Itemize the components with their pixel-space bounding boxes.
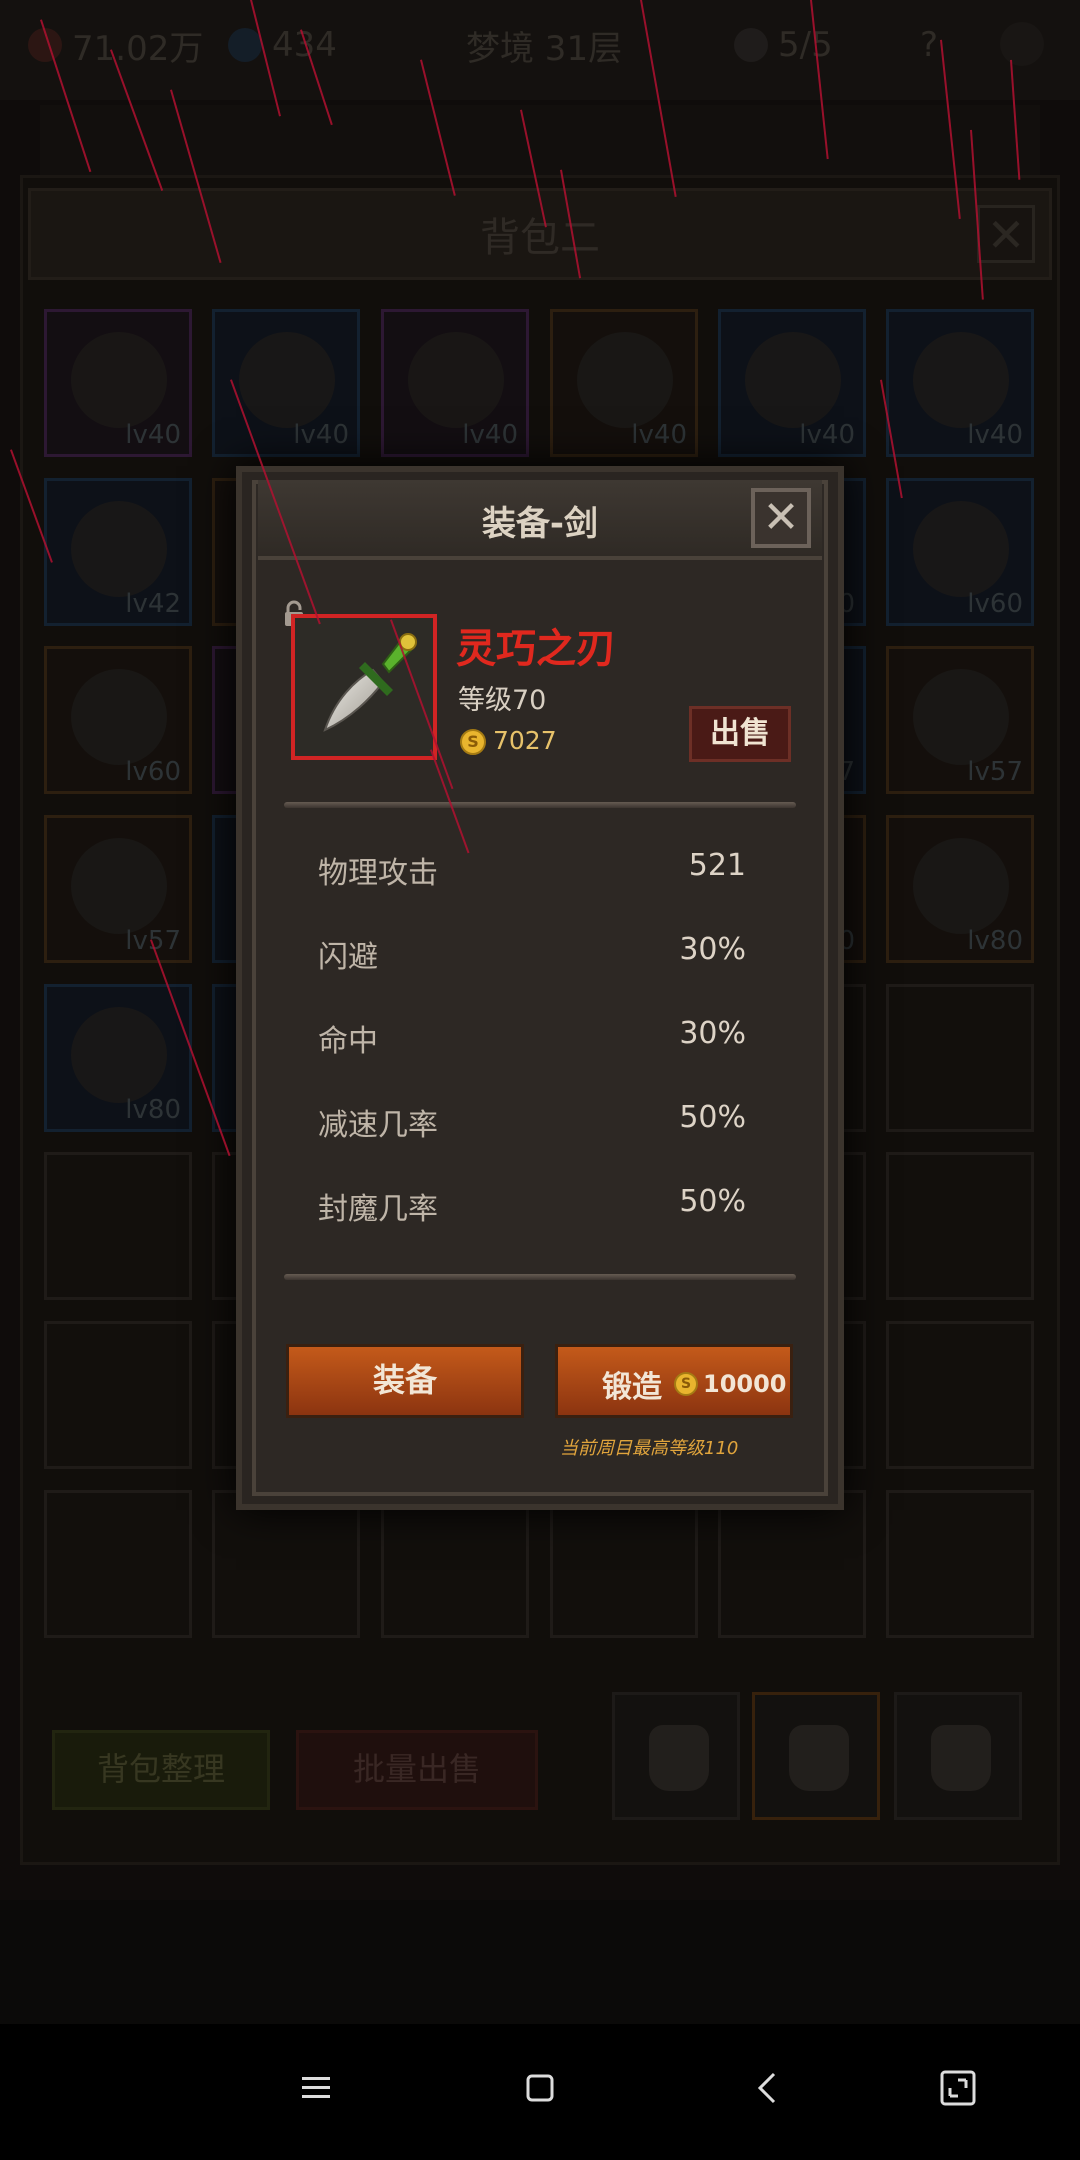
- divider-bottom: [284, 1274, 796, 1280]
- stat-value: 50%: [679, 1100, 746, 1135]
- max-level-note: 当前周目最高等级110: [560, 1438, 739, 1459]
- stat-name: 命中: [318, 1024, 378, 1059]
- coin-icon: S: [460, 729, 486, 755]
- stat-value: 521: [688, 848, 746, 883]
- stat-value: 30%: [679, 1016, 746, 1051]
- item-price: 7027: [493, 726, 557, 755]
- home-icon[interactable]: [520, 2068, 560, 2108]
- sell-button[interactable]: 出售: [689, 706, 791, 762]
- item-level: 等级70: [458, 685, 547, 716]
- menu-icon[interactable]: [296, 2068, 336, 2108]
- stat-name: 闪避: [318, 940, 378, 975]
- divider-top: [284, 802, 796, 808]
- item-name: 灵巧之刃: [456, 626, 616, 672]
- stat-value: 50%: [679, 1184, 746, 1219]
- equip-button[interactable]: 装备: [286, 1344, 524, 1418]
- stat-name: 封魔几率: [318, 1192, 438, 1227]
- coin-icon: S: [674, 1372, 698, 1396]
- dialog-title: 装备-剑: [481, 504, 599, 544]
- forge-label: 锻造: [602, 1370, 662, 1405]
- back-icon[interactable]: [748, 2068, 788, 2108]
- stat-value: 30%: [679, 932, 746, 967]
- stat-name: 减速几率: [318, 1108, 438, 1143]
- dagger-icon: [323, 633, 417, 732]
- forge-cost: 10000: [703, 1370, 787, 1398]
- screen-resize-icon[interactable]: [938, 2068, 978, 2108]
- stat-name: 物理攻击: [318, 856, 438, 891]
- dialog-close-button[interactable]: ✕: [751, 488, 811, 548]
